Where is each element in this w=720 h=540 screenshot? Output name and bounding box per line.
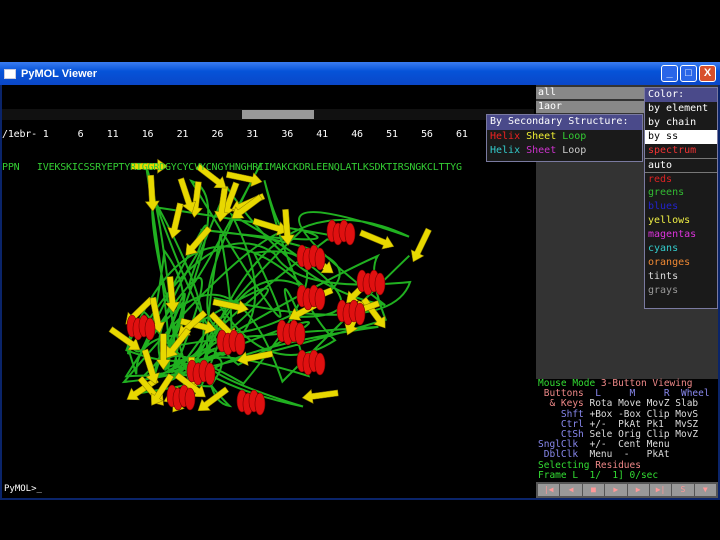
helix-turn: [294, 322, 306, 346]
window-title: PyMOL Viewer: [21, 67, 98, 80]
movie-control-button[interactable]: ▼: [694, 484, 716, 496]
color-menu-item[interactable]: blues: [645, 200, 717, 214]
close-button[interactable]: X: [699, 65, 716, 82]
object-all[interactable]: all: [536, 87, 646, 99]
ss-label: Helix: [490, 131, 527, 142]
helix-turn: [344, 222, 356, 246]
sheet-arrow: [167, 202, 184, 239]
color-menu-item[interactable]: by ss: [645, 130, 717, 144]
ss-label: Loop: [562, 131, 587, 142]
helix-turn: [254, 392, 266, 416]
movie-control-button[interactable]: ■: [582, 484, 605, 496]
helix-turn: [314, 287, 326, 311]
sheet-arrow: [301, 389, 339, 404]
movie-control-button[interactable]: ▶: [605, 484, 627, 496]
ss-label: Loop: [562, 145, 587, 156]
color-menu-item[interactable]: spectrum: [645, 144, 717, 158]
sequence-scroll-thumb[interactable]: [242, 110, 314, 119]
helix-turn: [184, 387, 196, 411]
movie-control-button[interactable]: ◀: [560, 484, 582, 496]
ss-menu-title: By Secondary Structure:: [487, 115, 642, 130]
mouse-mode-panel[interactable]: Mouse Mode 3-Button Viewing Buttons L M …: [536, 378, 718, 482]
maximize-button[interactable]: □: [680, 65, 697, 82]
ss-menu-row[interactable]: Helix Sheet Loop: [487, 130, 642, 144]
color-menu-item[interactable]: yellows: [645, 214, 717, 228]
color-menu-item[interactable]: cyans: [645, 242, 717, 256]
mouse-mode-line: Frame L 1/ 1] 0/sec: [538, 469, 718, 481]
minimize-button[interactable]: _: [661, 65, 678, 82]
helix-turn: [374, 272, 386, 296]
color-menu-item[interactable]: reds: [645, 172, 717, 186]
mouse-mode-text: Frame L 1/ 1] 0/sec: [538, 469, 659, 481]
helix-turn: [354, 302, 366, 326]
color-menu-item[interactable]: magentas: [645, 228, 717, 242]
sheet-arrow: [410, 227, 432, 263]
color-menu-item[interactable]: tints: [645, 270, 717, 284]
app-icon: [4, 68, 16, 79]
sequence-numbers: /1ebr- 1 6 11 16 21 26 31 36 41 46 51 56…: [2, 129, 538, 140]
pymol-window: PyMOL Viewer _ □ X /1ebr- 1 6 11 16 21 2…: [0, 62, 720, 500]
ss-color-menu: By Secondary Structure: Helix Sheet Loop…: [486, 114, 643, 162]
helix-turn: [314, 352, 326, 376]
movie-control-button[interactable]: S: [672, 484, 694, 496]
title-bar[interactable]: PyMOL Viewer _ □ X: [0, 62, 720, 85]
movie-control-button[interactable]: |◀: [538, 484, 560, 496]
movie-control-button[interactable]: ▶: [627, 484, 649, 496]
sequence-residues[interactable]: PPN IVEKSKICSSRYEPTYRIGGRDGYCYCVYCNGYHNG…: [2, 162, 534, 173]
ss-label: Helix: [490, 145, 527, 156]
helix-turn: [204, 362, 216, 386]
color-menu-item[interactable]: grays: [645, 284, 717, 298]
color-menu-item[interactable]: by element: [645, 102, 717, 116]
color-menu-item[interactable]: by chain: [645, 116, 717, 130]
movie-control-button[interactable]: ▶|: [649, 484, 672, 496]
helix-turn: [314, 247, 326, 271]
ss-label: Sheet: [526, 145, 563, 156]
object-1aor[interactable]: 1aor: [536, 101, 646, 113]
color-menu-title: Color:: [645, 88, 717, 102]
color-menu: Color: by element by chain by ss spectrum au…: [644, 87, 718, 309]
ss-menu-row[interactable]: Helix Sheet Loop: [487, 144, 642, 158]
movie-controls: |◀ ◀ ■ ▶ ▶ ▶| S ▼: [536, 482, 718, 498]
ss-label: Sheet: [526, 131, 563, 142]
helix-turn: [144, 317, 156, 341]
color-menu-item[interactable]: auto: [645, 158, 717, 172]
color-menu-item[interactable]: greens: [645, 186, 717, 200]
color-menu-item[interactable]: oranges: [645, 256, 717, 270]
helix-turn: [234, 332, 246, 356]
sequence-viewer[interactable]: /1ebr- 1 6 11 16 21 26 31 36 41 46 51 56…: [2, 85, 538, 173]
command-prompt[interactable]: PyMOL>_: [4, 484, 42, 494]
